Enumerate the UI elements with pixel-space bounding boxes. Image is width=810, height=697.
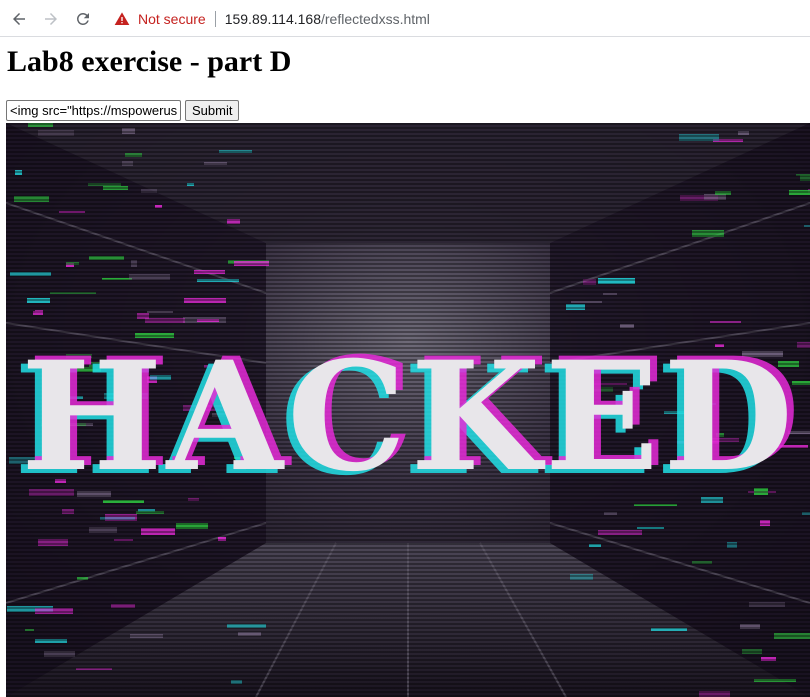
hacked-text: HACKED HACKED HACKED (14, 325, 800, 509)
payload-input[interactable] (6, 100, 181, 121)
back-arrow-icon (13, 13, 25, 25)
page-content: Lab8 exercise - part D Submit (0, 37, 810, 697)
back-button[interactable] (6, 6, 32, 32)
search-form: Submit (6, 100, 240, 121)
url-path: /reflectedxss.html (320, 10, 430, 27)
submit-button[interactable]: Submit (185, 100, 240, 121)
reload-button[interactable] (70, 6, 96, 32)
browser-toolbar: Not secure 159.89.114.168/reflectedxss.h… (0, 0, 810, 37)
separator (214, 10, 216, 27)
warning-triangle-icon (114, 11, 130, 25)
svg-text:HACKED: HACKED (21, 329, 797, 505)
injected-image: HACKED HACKED HACKED (6, 123, 810, 697)
security-label: Not secure (138, 10, 206, 27)
hacked-image: HACKED HACKED HACKED (6, 123, 810, 697)
forward-button[interactable] (38, 6, 64, 32)
security-indicator[interactable]: Not secure (114, 11, 206, 27)
url-text[interactable]: 159.89.114.168/reflectedxss.html (225, 11, 430, 27)
forward-arrow-icon (45, 13, 57, 25)
url-host: 159.89.114.168 (224, 10, 321, 27)
reload-icon (76, 12, 89, 25)
address-bar[interactable]: Not secure 159.89.114.168/reflectedxss.h… (108, 4, 808, 33)
page-title: Lab8 exercise - part D (7, 45, 292, 78)
